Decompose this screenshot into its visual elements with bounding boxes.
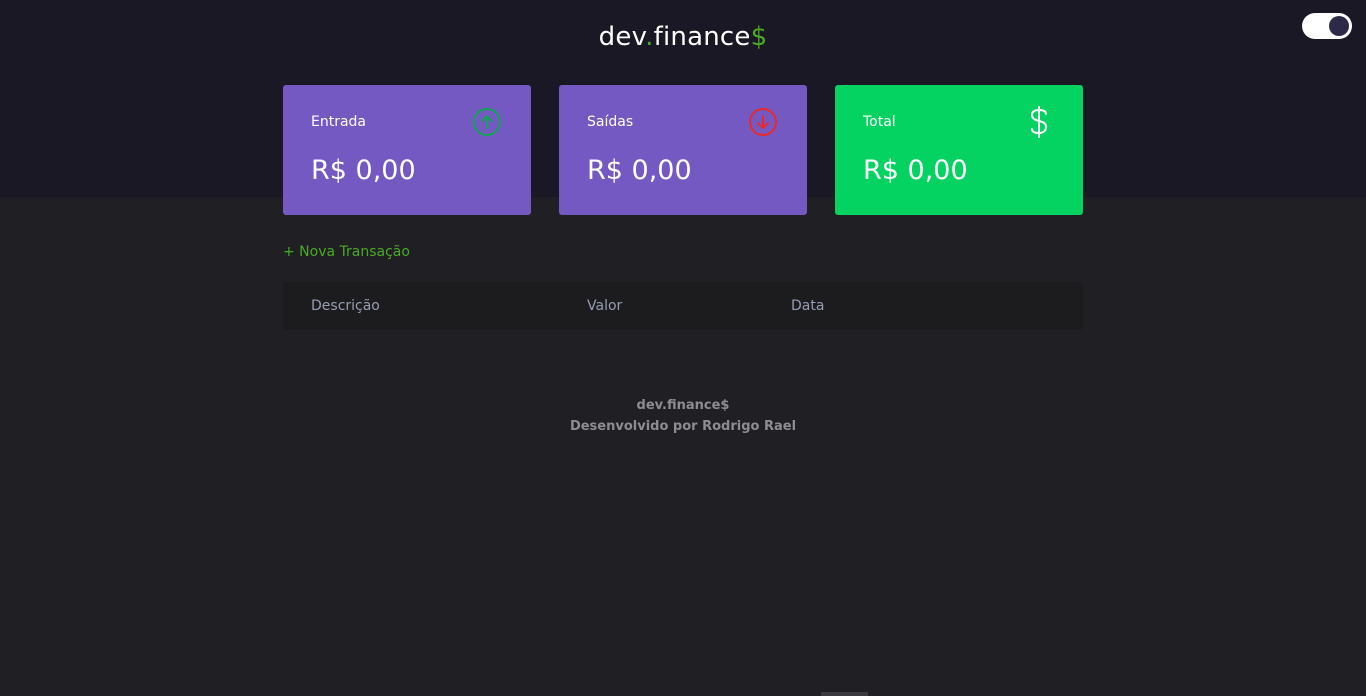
logo-dot: . [645,22,654,52]
logo-text-finance: finance [653,22,751,52]
card-expense-amount: R$ 0,00 [587,155,692,186]
logo-dollar: $ [750,22,768,52]
scrollbar-thumb[interactable] [821,692,868,696]
toggle-knob [1329,16,1349,36]
app-logo: dev.finance$ [0,22,1366,52]
card-total-label: Total [863,114,896,130]
card-income-label: Entrada [311,114,367,130]
column-header-value: Valor [587,298,623,314]
arrow-down-circle-icon [749,108,777,136]
arrow-up-circle-icon [473,108,501,136]
card-income-amount: R$ 0,00 [311,155,416,186]
footer-brand: dev.finance$ [636,398,730,413]
transactions-table-header: Descrição Valor Data [283,282,1083,330]
card-total-amount: R$ 0,00 [863,155,968,186]
theme-toggle[interactable] [1302,13,1352,39]
card-expense: Saídas R$ 0,00 [559,85,807,215]
dollar-sign-icon [1030,106,1048,138]
card-total: Total R$ 0,00 [835,85,1083,215]
column-header-date: Data [791,298,825,314]
card-expense-label: Saídas [587,114,634,130]
column-header-description: Descrição [311,298,380,314]
footer-credit: Desenvolvido por Rodrigo Rael [569,419,797,434]
footer: dev.finance$ Desenvolvido por Rodrigo Ra… [0,395,1366,437]
logo-text-dev: dev [598,22,646,52]
card-income: Entrada R$ 0,00 [283,85,531,215]
new-transaction-link[interactable]: + Nova Transação [283,244,410,260]
